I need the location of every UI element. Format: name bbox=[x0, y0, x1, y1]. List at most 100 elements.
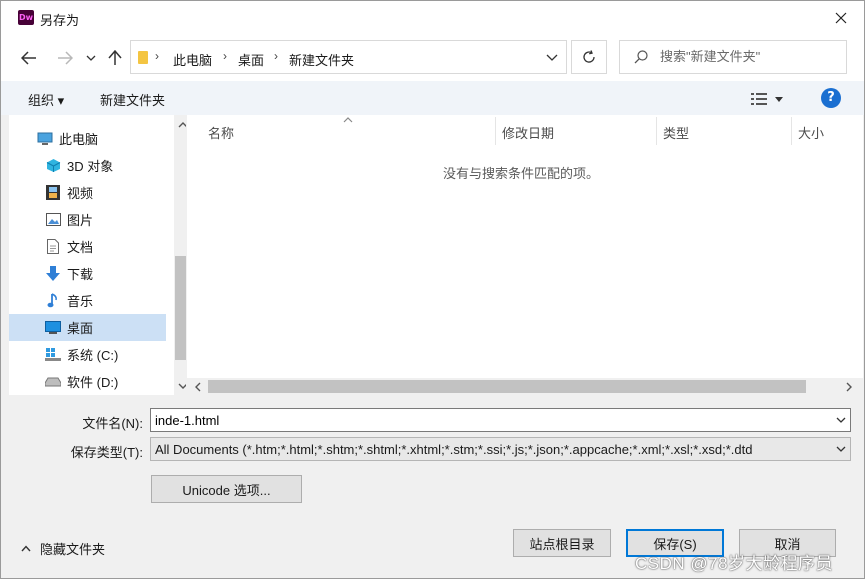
save-as-dialog: Dw 另存为 › 此电脑 › 桌面 › 新建文件夹 搜索"新建文件夹" 组织 ▾… bbox=[0, 0, 865, 579]
chevron-down-icon bbox=[836, 417, 846, 423]
arrow-up-icon bbox=[108, 50, 122, 65]
drive-icon bbox=[45, 374, 61, 390]
file-list-horizontal-scrollbar[interactable] bbox=[187, 378, 863, 395]
help-button[interactable]: ? bbox=[821, 88, 841, 108]
address-bar[interactable]: › 此电脑 › 桌面 › 新建文件夹 bbox=[130, 40, 567, 74]
sidebar-item-documents[interactable]: 文档 bbox=[9, 233, 166, 260]
file-list-pane: 名称 修改日期 类型 大小 没有与搜索条件匹配的项。 bbox=[187, 115, 863, 395]
film-icon bbox=[45, 185, 61, 201]
sidebar-item-label: 音乐 bbox=[67, 294, 94, 309]
forward-button[interactable] bbox=[53, 45, 77, 71]
breadcrumb-separator: › bbox=[223, 49, 227, 63]
dreamweaver-app-icon: Dw bbox=[18, 10, 34, 25]
column-header-date-modified[interactable]: 修改日期 bbox=[502, 123, 554, 142]
back-button[interactable] bbox=[17, 45, 41, 71]
command-toolbar: 组织 ▾ 新建文件夹 ? bbox=[1, 81, 864, 115]
sidebar-item-desktop[interactable]: 桌面 bbox=[9, 314, 166, 341]
search-input[interactable] bbox=[660, 49, 840, 64]
chevron-down-icon bbox=[178, 383, 186, 389]
folder-icon bbox=[138, 51, 148, 64]
navigation-pane-scrollbar[interactable] bbox=[174, 115, 186, 395]
sidebar-item-label: 此电脑 bbox=[59, 132, 99, 147]
sidebar-item-drive-d[interactable]: 软件 (D:) bbox=[9, 368, 166, 395]
chevron-down-icon bbox=[546, 54, 558, 61]
address-history-dropdown[interactable] bbox=[546, 50, 558, 65]
scroll-left-arrow[interactable] bbox=[192, 381, 203, 392]
filename-history-dropdown[interactable] bbox=[835, 414, 847, 426]
close-button[interactable] bbox=[818, 1, 864, 35]
column-divider[interactable] bbox=[656, 117, 657, 145]
filename-combobox[interactable] bbox=[150, 408, 851, 432]
organize-menu-button[interactable]: 组织 ▾ bbox=[28, 90, 64, 109]
up-button[interactable] bbox=[103, 45, 127, 71]
sidebar-item-videos[interactable]: 视频 bbox=[9, 179, 166, 206]
scrollbar-thumb[interactable] bbox=[208, 380, 806, 393]
new-folder-button[interactable]: 新建文件夹 bbox=[100, 90, 165, 109]
scroll-down-arrow[interactable] bbox=[177, 380, 186, 391]
column-header-size[interactable]: 大小 bbox=[798, 123, 824, 142]
cube-icon bbox=[45, 158, 61, 174]
music-note-icon bbox=[45, 293, 61, 309]
sidebar-item-downloads[interactable]: 下载 bbox=[9, 260, 166, 287]
chevron-down-icon bbox=[86, 55, 96, 61]
window-title: 另存为 bbox=[40, 13, 80, 28]
download-arrow-icon bbox=[45, 266, 61, 282]
desktop-icon bbox=[45, 320, 61, 336]
arrow-left-icon bbox=[21, 51, 36, 65]
computer-icon bbox=[37, 131, 53, 147]
chevron-up-icon bbox=[21, 545, 31, 552]
recent-locations-button[interactable] bbox=[81, 45, 101, 71]
csdn-watermark: CSDN @78岁大龄程序员 bbox=[635, 554, 834, 573]
navigation-pane: 此电脑 3D 对象 视频 图片 文档 下载 音乐 桌面 系统 (C:) 软件 (… bbox=[9, 115, 186, 395]
chevron-up-icon bbox=[178, 121, 186, 127]
sort-ascending-icon bbox=[343, 117, 353, 123]
empty-folder-message: 没有与搜索条件匹配的项。 bbox=[443, 166, 600, 181]
sidebar-item-label: 系统 (C:) bbox=[67, 348, 119, 363]
column-header-type[interactable]: 类型 bbox=[663, 123, 689, 142]
search-box[interactable] bbox=[619, 40, 847, 74]
filetype-selected-value: All Documents (*.htm;*.html;*.shtm;*.sht… bbox=[155, 442, 753, 457]
scrollbar-thumb[interactable] bbox=[175, 256, 186, 360]
breadcrumb-new-folder[interactable]: 新建文件夹 bbox=[289, 50, 354, 69]
sidebar-item-label: 软件 (D:) bbox=[67, 375, 119, 390]
breadcrumb-this-pc[interactable]: 此电脑 bbox=[173, 50, 212, 69]
filetype-dropdown[interactable] bbox=[835, 443, 847, 455]
sidebar-item-label: 图片 bbox=[67, 213, 94, 228]
hide-folders-label: 隐藏文件夹 bbox=[40, 542, 106, 557]
sidebar-item-label: 文档 bbox=[67, 240, 94, 255]
windows-drive-icon bbox=[45, 347, 61, 363]
caret-down-icon bbox=[775, 96, 783, 102]
search-icon bbox=[634, 50, 648, 64]
sidebar-item-pictures[interactable]: 图片 bbox=[9, 206, 166, 233]
hide-folders-toggle[interactable]: 隐藏文件夹 bbox=[21, 539, 105, 558]
filename-input[interactable] bbox=[155, 412, 825, 428]
chevron-right-icon bbox=[846, 382, 852, 391]
view-options-button[interactable] bbox=[751, 89, 795, 109]
column-header-name[interactable]: 名称 bbox=[208, 123, 234, 142]
scroll-right-arrow[interactable] bbox=[843, 381, 854, 392]
chevron-down-icon bbox=[836, 446, 846, 452]
arrow-right-icon bbox=[58, 51, 73, 65]
breadcrumb-desktop[interactable]: 桌面 bbox=[238, 50, 264, 69]
title-bar: Dw 另存为 bbox=[1, 1, 864, 35]
unicode-options-button[interactable]: Unicode 选项... bbox=[151, 475, 302, 503]
filetype-select[interactable]: All Documents (*.htm;*.html;*.shtm;*.sht… bbox=[150, 437, 851, 461]
scroll-up-arrow[interactable] bbox=[177, 119, 186, 130]
column-divider[interactable] bbox=[791, 117, 792, 145]
site-root-button[interactable]: 站点根目录 bbox=[513, 529, 611, 557]
sidebar-item-label: 桌面 bbox=[67, 321, 94, 336]
picture-icon bbox=[45, 212, 61, 228]
sidebar-item-music[interactable]: 音乐 bbox=[9, 287, 166, 314]
sidebar-item-drive-c[interactable]: 系统 (C:) bbox=[9, 341, 166, 368]
sidebar-item-this-pc[interactable]: 此电脑 bbox=[9, 125, 166, 152]
column-divider[interactable] bbox=[495, 117, 496, 145]
sidebar-item-label: 视频 bbox=[67, 186, 94, 201]
sidebar-item-label: 下载 bbox=[67, 267, 94, 282]
document-icon bbox=[45, 239, 61, 255]
list-view-icon bbox=[751, 93, 767, 105]
refresh-button[interactable] bbox=[571, 40, 607, 74]
sidebar-item-3d-objects[interactable]: 3D 对象 bbox=[9, 152, 166, 179]
navigation-bar: › 此电脑 › 桌面 › 新建文件夹 bbox=[1, 35, 864, 81]
filename-label: 文件名(N): bbox=[82, 416, 143, 431]
breadcrumb-separator: › bbox=[155, 49, 159, 63]
